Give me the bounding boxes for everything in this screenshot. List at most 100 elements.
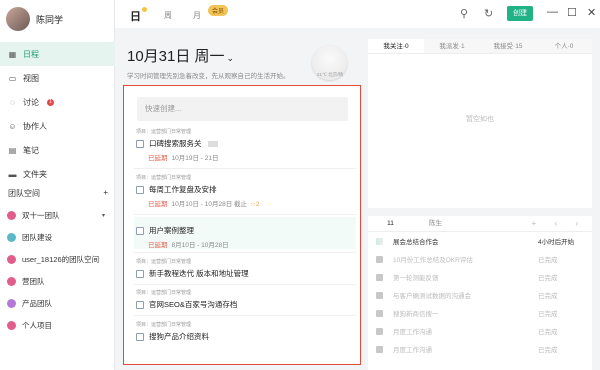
task-checkbox[interactable] [136,269,144,278]
task-checkbox[interactable] [136,300,144,309]
event-status: 已完成 [538,275,558,282]
nav-item-schedule[interactable]: ▦ 日程 [0,42,115,66]
overdue-label: 已延期 [148,242,168,249]
event-row[interactable]: 第一轮测能反馈 已完成 [368,268,592,286]
tab-following[interactable]: 我关注·0 [368,39,424,53]
indicator-dot-icon [142,7,147,12]
tab-user[interactable]: 陈生 [413,216,458,231]
event-title: 10月份工作总结及OKR评估 [393,257,473,264]
task-checkbox[interactable] [136,332,144,341]
unread-badge: 1 [47,98,54,106]
event-row[interactable]: 展会总结合作会 4小时后开始 [368,232,592,250]
week-view-tab[interactable]: 周 [164,10,172,21]
add-team-button[interactable]: + [103,188,108,199]
chevron-down-icon: ⌄ [226,53,235,63]
nav-label: 协作人 [23,121,47,131]
team-item[interactable]: 营团队 [0,270,115,292]
event-row[interactable]: 10月份工作总结及OKR评估 已完成 [368,250,592,268]
task-panel: 快速创建... 项目：运营部门日常管理 口碑搜索服务关 已延期 10月19日 - … [123,85,361,365]
nav-label: 视图 [23,73,39,83]
search-icon[interactable]: ⚲ [460,7,468,20]
weather-text: 21℃ 北京/晴 [316,72,344,77]
nav-item-notes[interactable]: ▤ 笔记 [0,138,115,162]
task-checkbox[interactable] [136,185,144,194]
event-title: 月度工作沟通 [393,329,432,336]
team-item[interactable]: 个人项目 [0,314,115,336]
event-row[interactable]: 搜狗新商信搜一 已完成 [368,304,592,322]
event-status: 已完成 [538,257,558,264]
team-avatar-icon [7,276,16,286]
nav-item-collaborators[interactable]: ☺ 协作人 [0,114,115,138]
task-item[interactable]: 项目：运营部门日常管理 新手教程迭代 版本和地址管理 [134,258,356,279]
nav-item-discussion[interactable]: ◌ 讨论 1 [0,90,115,114]
task-checkbox[interactable] [136,139,144,148]
task-item[interactable]: 项目：运营部门日常管理 每周工作复盘及安排 已延期 10月10日 - 10月28日… [134,174,356,208]
team-space-header: 团队空间 + [8,188,108,199]
create-button[interactable]: 创建 [507,6,533,21]
tab-personal[interactable]: 个人·0 [536,39,592,53]
nav-label: 笔记 [23,145,39,155]
team-label: 产品团队 [22,298,52,308]
tab-received[interactable]: 我接受·15 [480,39,536,53]
task-project: 项目：运营部门日常管理 [136,322,192,328]
user-profile[interactable]: 陈同学 [6,7,63,31]
vip-badge[interactable]: 会员 [208,5,229,16]
maximize-icon[interactable]: ☐ [567,6,577,19]
team-item[interactable]: 产品团队 [0,292,115,314]
event-status: 4小时后开始 [538,239,575,246]
people-icon: ☺ [8,121,17,131]
month-view-tab[interactable]: 月 [193,10,201,21]
follow-panel: 我关注·0 我派发·1 我接受·15 个人·0 暂空如也 [368,39,592,208]
task-item[interactable]: 用户案例整理 已延期 8月10日 - 10月28日 [134,217,356,249]
event-title: 月度工作沟通 [393,347,432,354]
nav-item-folder[interactable]: ▬ 文件夹 [0,162,115,186]
quick-create-input[interactable]: 快速创建... [137,97,348,121]
sidebar: 陈同学 ▦ 日程 ▭ 视图 ◌ 讨论 1 ☺ 协作人 ▤ 笔记 ▬ 文件夹 团队… [0,0,115,370]
redacted-mark [207,140,218,147]
team-avatar-icon [7,298,16,308]
minimize-icon[interactable]: — [547,6,558,18]
team-label: 团队建设 [22,232,52,242]
event-row[interactable]: 月度工作沟通 已完成 [368,340,592,358]
task-project: 项目：运营部门日常管理 [136,175,192,181]
tab-assigned[interactable]: 我派发·1 [424,39,480,53]
team-item[interactable]: 双十一团队 ▾ [0,204,115,226]
task-date-range: 10月19日 - 21日 [171,155,219,162]
team-item[interactable]: 团队建设 [0,226,115,248]
task-title: 每周工作复盘及安排 [149,185,217,194]
date-selector[interactable]: 10月31日 周一 ⌄ [127,45,234,66]
overdue-label: 已延期 [148,201,168,208]
event-row[interactable]: 与客户确测试数据的沟通会 已完成 [368,286,592,304]
close-icon[interactable]: ✕ [587,6,596,19]
tab-date[interactable]: 11 [368,216,413,231]
chat-icon: ◌ [10,97,15,107]
task-item[interactable]: 项目：运营部门日常管理 官网SEO&百家号沟通存档 [134,289,356,310]
event-icon [376,309,383,317]
refresh-icon[interactable]: ↻ [484,7,493,20]
nav-item-view[interactable]: ▭ 视图 [0,66,115,90]
event-icon [376,345,383,353]
team-label: user_18126的团队空间 [22,254,100,264]
event-row[interactable]: 月度工作沟通 已完成 [368,322,592,340]
task-project: 项目：运营部门日常管理 [136,290,192,296]
event-title: 第一轮测能反馈 [393,275,439,282]
divider [134,214,356,215]
event-status: 已完成 [538,347,558,354]
task-project: 项目：运营部门日常管理 [136,129,192,135]
chevron-down-icon[interactable]: ▾ [102,212,105,219]
day-view-tab[interactable]: 日 [130,8,141,24]
team-item[interactable]: user_18126的团队空间 [0,248,115,270]
task-title: 用户案例整理 [149,226,194,235]
task-checkbox[interactable] [136,226,144,235]
divider [134,252,356,253]
avatar[interactable] [6,7,30,31]
overdue-label: 已延期 [148,155,168,162]
panel-nav-icons[interactable]: + ‹ › [532,219,586,228]
task-item[interactable]: 项目：运营部门日常管理 口碑搜索服务关 已延期 10月19日 - 21日 [134,128,356,162]
folder-icon: ▬ [8,169,17,179]
event-title: 与客户确测试数据的沟通会 [393,293,471,300]
nav-label: 讨论 [23,97,39,107]
task-item[interactable]: 项目：运营部门日常管理 搜狗产品介绍资料 [134,321,356,342]
team-avatar-icon [7,320,16,330]
view-icon: ▭ [8,73,17,83]
